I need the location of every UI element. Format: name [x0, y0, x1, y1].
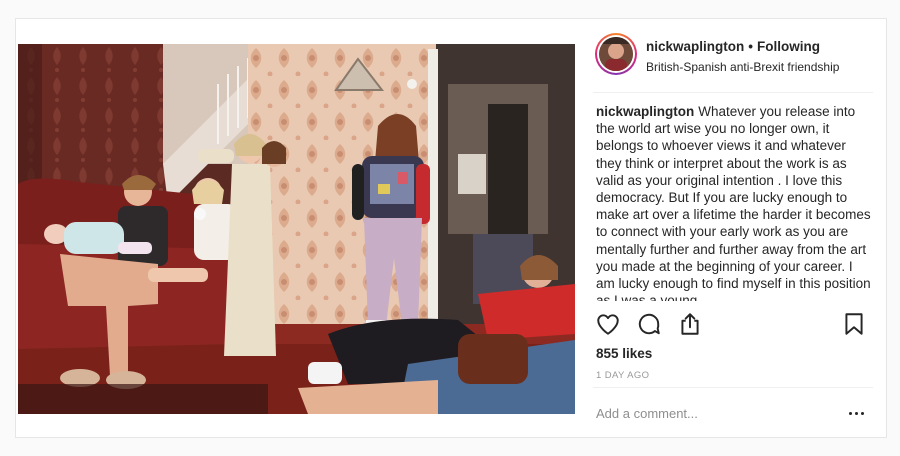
separator-dot: • — [748, 39, 753, 54]
like-button[interactable] — [595, 311, 621, 337]
heart-icon — [597, 314, 619, 335]
share-button[interactable] — [677, 311, 703, 337]
more-options-icon[interactable] — [845, 403, 867, 423]
post-header: nickwaplington • Following British-Spanish… — [575, 19, 887, 91]
comment-input[interactable] — [596, 402, 826, 424]
caption-username[interactable]: nickwaplington — [596, 104, 694, 119]
action-bar — [595, 311, 867, 337]
following-button[interactable]: Following — [757, 39, 820, 54]
share-icon — [681, 313, 699, 335]
post-timestamp[interactable]: 1 DAY AGO — [596, 370, 649, 381]
caption-text: Whatever you release into the world art … — [596, 104, 871, 301]
header-username-row: nickwaplington • Following — [646, 39, 820, 54]
post-photo-illustration — [18, 44, 575, 414]
divider — [593, 92, 873, 93]
comment-button[interactable] — [636, 311, 662, 337]
username-link[interactable]: nickwaplington — [646, 39, 744, 54]
instagram-post: nickwaplington • Following British-Spanish… — [15, 18, 887, 438]
avatar[interactable] — [599, 37, 633, 71]
bookmark-icon — [845, 313, 863, 335]
post-photo[interactable] — [18, 44, 575, 414]
caption: nickwaplington Whatever you release into … — [596, 103, 872, 301]
post-side-panel: nickwaplington • Following British-Spanish… — [575, 19, 887, 437]
likes-count[interactable]: 855 likes — [596, 346, 652, 361]
story-ring[interactable] — [595, 33, 637, 75]
location-link[interactable]: British-Spanish anti-Brexit friendship — [646, 60, 839, 74]
comment-icon — [638, 313, 660, 335]
divider — [593, 387, 873, 388]
save-button[interactable] — [841, 311, 867, 337]
avatar-image — [599, 37, 633, 71]
